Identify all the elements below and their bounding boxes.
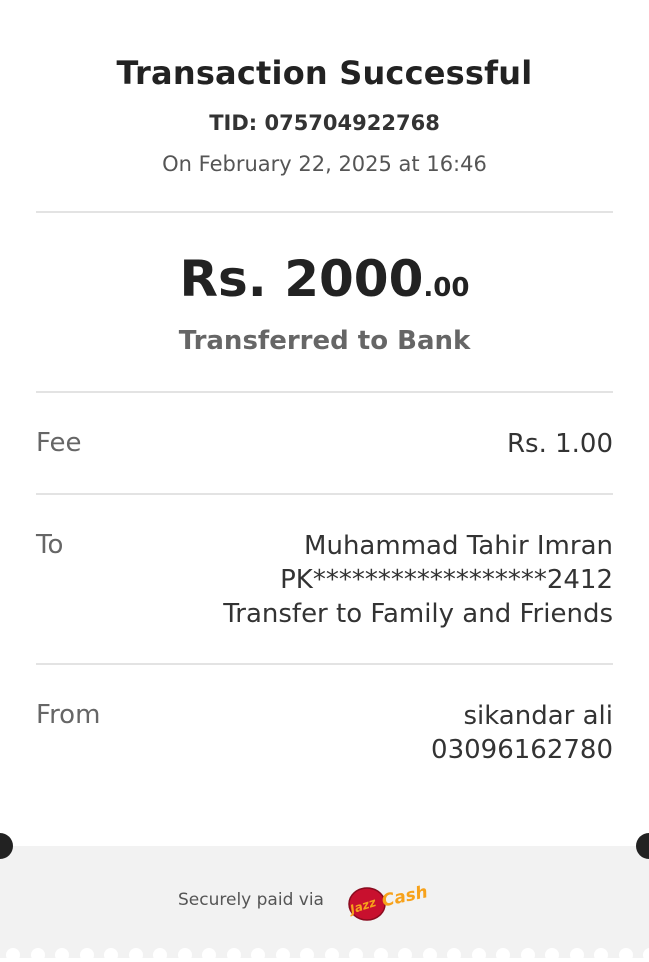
divider: [36, 211, 613, 213]
scallop-dot: [373, 948, 388, 962]
receipt-scallop-edge: [0, 948, 649, 962]
scallop-dot: [324, 948, 339, 962]
divider: [36, 663, 613, 665]
scallop-dot: [202, 948, 216, 962]
scallop-dot: [496, 948, 510, 962]
transaction-date: On February 22, 2025 at 16:46: [162, 152, 487, 176]
divider: [36, 391, 613, 393]
transfer-purpose: Transfer to Family and Friends: [223, 599, 613, 629]
scallop-dot: [520, 948, 535, 962]
svg-text:Cash: Cash: [380, 882, 429, 911]
page-title: Transaction Successful: [116, 54, 533, 92]
scallop-dot: [398, 948, 412, 962]
to-label: To: [36, 530, 64, 560]
receipt-footer: [0, 846, 649, 958]
to-details: Muhammad Tahir Imran PK*****************…: [223, 529, 613, 631]
scallop-dot: [594, 948, 608, 962]
transaction-id: TID: 075704922768: [209, 111, 440, 135]
from-label: From: [36, 700, 101, 730]
scallop-dot: [349, 948, 363, 962]
scallop-dot: [447, 948, 461, 962]
scallop-dot: [226, 948, 241, 962]
amount-main: Rs. 2000: [179, 250, 424, 308]
from-details: sikandar ali 03096162780: [431, 699, 613, 767]
recipient-account: PK******************2412: [280, 565, 613, 595]
amount: Rs. 2000.00: [0, 250, 649, 308]
scallop-dot: [275, 948, 290, 962]
scallop-dot: [30, 948, 45, 962]
scallop-dot: [79, 948, 94, 962]
scallop-dot: [153, 948, 167, 962]
scallop-dot: [643, 948, 649, 962]
scallop-dot: [569, 948, 584, 962]
fee-label: Fee: [36, 428, 82, 458]
scallop-dot: [55, 948, 69, 962]
divider: [36, 493, 613, 495]
scallop-dot: [471, 948, 486, 962]
jazzcash-logo-icon: Jazz Cash: [346, 878, 436, 924]
fee-value: Rs. 1.00: [506, 429, 613, 459]
scallop-dot: [545, 948, 559, 962]
scallop-dot: [300, 948, 314, 962]
scallop-dot: [104, 948, 118, 962]
scallop-dot: [251, 948, 265, 962]
scallop-dot: [618, 948, 633, 962]
transfer-status: Transferred to Bank: [178, 326, 471, 356]
scallop-dot: [422, 948, 437, 962]
sender-number: 03096162780: [431, 735, 613, 765]
sender-name: sikandar ali: [463, 701, 613, 731]
scallop-dot: [177, 948, 192, 962]
amount-cents: .00: [423, 273, 470, 303]
scallop-dot: [128, 948, 143, 962]
recipient-name: Muhammad Tahir Imran: [304, 531, 613, 561]
secure-text: Securely paid via: [178, 890, 324, 910]
scallop-dot: [6, 948, 20, 962]
